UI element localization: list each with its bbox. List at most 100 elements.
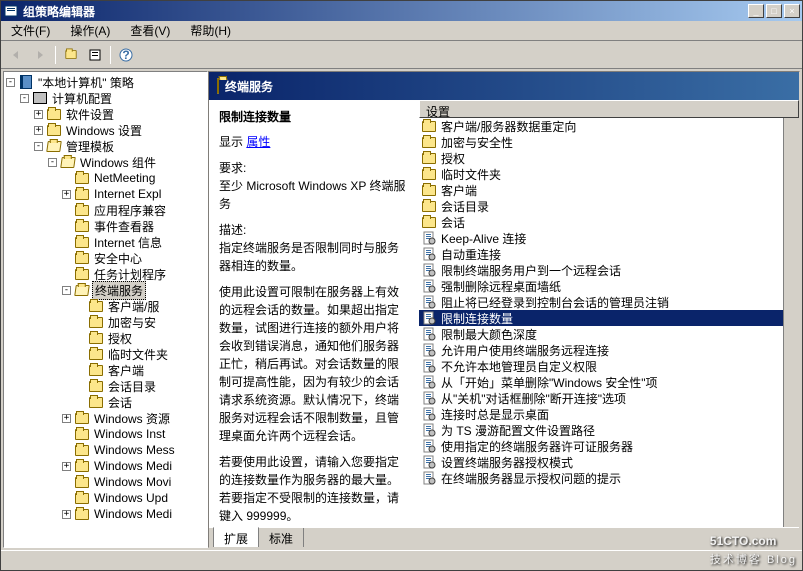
tree-item-win_media2[interactable]: + Windows Medi (4, 506, 207, 522)
list-row[interactable]: 客户端/服务器数据重定向 (419, 118, 799, 134)
tree-toggle[interactable]: - (34, 142, 43, 151)
list-row[interactable]: 自动重连接 (419, 246, 799, 262)
view-tabs: 扩展 标准 (209, 527, 799, 547)
folder-icon (74, 475, 90, 489)
tree-toggle[interactable]: + (62, 462, 71, 471)
tree-item-netmeeting[interactable]: NetMeeting (4, 170, 207, 186)
tree-toggle[interactable]: + (62, 510, 71, 519)
tree-item-terminal_services[interactable]: -终端服务 (4, 282, 207, 298)
folder-icon (74, 459, 90, 473)
tree-pane[interactable]: -"本地计算机" 策略-计算机配置+软件设置+Windows 设置-管理模板-W… (3, 71, 208, 548)
folder-icon (74, 427, 90, 441)
tree-label: 事件查看器 (92, 218, 156, 235)
list-row[interactable]: 不允许本地管理员自定义权限 (419, 358, 799, 374)
column-header-setting[interactable]: 设置 (419, 100, 799, 118)
tree-item-ie[interactable]: +Internet Expl (4, 186, 207, 202)
folder-icon (74, 219, 90, 233)
tree-item-client[interactable]: 客户端 (4, 362, 207, 378)
list-row[interactable]: Keep-Alive 连接 (419, 230, 799, 246)
tree-item-win_components[interactable]: -Windows 组件 (4, 154, 207, 170)
list-row[interactable]: 允许用户使用终端服务远程连接 (419, 342, 799, 358)
tree-item-software[interactable]: +软件设置 (4, 106, 207, 122)
tree-toggle[interactable]: - (6, 78, 15, 87)
setting-icon (421, 471, 437, 485)
setting-icon (421, 263, 437, 277)
folder-icon (74, 443, 90, 457)
vertical-scrollbar[interactable] (783, 118, 799, 527)
forward-button[interactable] (29, 44, 51, 66)
list-row[interactable]: 限制连接数量 (419, 310, 799, 326)
list-row[interactable]: 为 TS 漫游配置文件设置路径 (419, 422, 799, 438)
list-row[interactable]: 会话 (419, 214, 799, 230)
tree-toggle[interactable]: - (48, 158, 57, 167)
list-row-label: Keep-Alive 连接 (441, 230, 526, 247)
tree-item-security_center[interactable]: 安全中心 (4, 250, 207, 266)
list-row[interactable]: 在终端服务器显示授权问题的提示 (419, 470, 799, 486)
list-row[interactable]: 授权 (419, 150, 799, 166)
list-row[interactable]: 强制删除远程桌面墙纸 (419, 278, 799, 294)
tree-label: Windows Medi (92, 507, 174, 521)
list-row-label: 会话 (441, 214, 465, 231)
tree-item-win_media1[interactable]: +Windows Medi (4, 458, 207, 474)
list-row[interactable]: 限制终端服务用户到一个远程会话 (419, 262, 799, 278)
menu-action[interactable]: 操作(A) (64, 20, 116, 41)
list-row[interactable]: 会话目录 (419, 198, 799, 214)
menu-help[interactable]: 帮助(H) (184, 20, 237, 41)
tree-toggle[interactable]: + (34, 126, 43, 135)
tree-item-encryption[interactable]: 加密与安 (4, 314, 207, 330)
toolbar: ? (1, 41, 802, 69)
tree-toggle[interactable]: - (62, 286, 71, 295)
tree-item-iis[interactable]: Internet 信息 (4, 234, 207, 250)
maximize-button[interactable]: □ (766, 4, 782, 18)
setting-icon (421, 423, 437, 437)
menu-view[interactable]: 查看(V) (124, 20, 176, 41)
list-row[interactable]: 使用指定的终端服务器许可证服务器 (419, 438, 799, 454)
tree-item-win_messenger[interactable]: Windows Mess (4, 442, 207, 458)
up-button[interactable] (60, 44, 82, 66)
tree-item-licensing[interactable]: 授权 (4, 330, 207, 346)
list-row[interactable]: 限制最大颜色深度 (419, 326, 799, 342)
tree-toggle[interactable]: - (20, 94, 29, 103)
list-row[interactable]: 从"关机"对话框删除"断开连接"选项 (419, 390, 799, 406)
tree-item-client_server[interactable]: 客户端/服 (4, 298, 207, 314)
tree-toggle[interactable]: + (34, 110, 43, 119)
list-row[interactable]: 连接时总是显示桌面 (419, 406, 799, 422)
list-row[interactable]: 设置终端服务器授权模式 (419, 454, 799, 470)
tree-item-temp_folders[interactable]: 临时文件夹 (4, 346, 207, 362)
tree-item-session[interactable]: 会话 (4, 394, 207, 410)
close-button[interactable]: × (784, 4, 800, 18)
list-row[interactable]: 从「开始」菜单删除"Windows 安全性"项 (419, 374, 799, 390)
folder-open-icon (74, 283, 90, 297)
properties-button[interactable] (84, 44, 106, 66)
requirement-label: 要求: (219, 161, 246, 175)
tree-item-computer_config[interactable]: -计算机配置 (4, 90, 207, 106)
tree-item-win_movie[interactable]: Windows Movi (4, 474, 207, 490)
tree-item-event_viewer[interactable]: 事件查看器 (4, 218, 207, 234)
tree-item-win_update[interactable]: Windows Upd (4, 490, 207, 506)
description-pane: 限制连接数量 显示 属性 要求: 至少 Microsoft Windows XP… (209, 100, 419, 527)
tree-item-win_installer[interactable]: Windows Inst (4, 426, 207, 442)
tree-item-root[interactable]: -"本地计算机" 策略 (4, 74, 207, 90)
tree-item-admin_templates[interactable]: -管理模板 (4, 138, 207, 154)
tab-extended[interactable]: 扩展 (213, 527, 259, 548)
list-row[interactable]: 阻止将已经登录到控制台会话的管理员注销 (419, 294, 799, 310)
list-row[interactable]: 客户端 (419, 182, 799, 198)
folder-icon (74, 203, 90, 217)
help-button[interactable]: ? (115, 44, 137, 66)
folder-icon (74, 267, 90, 281)
tree-item-win_explorer[interactable]: +Windows 资源 (4, 410, 207, 426)
list-row-label: 允许用户使用终端服务远程连接 (441, 342, 609, 359)
back-button[interactable] (5, 44, 27, 66)
minimize-button[interactable]: _ (748, 4, 764, 18)
properties-link[interactable]: 属性 (246, 135, 270, 149)
tree-toggle[interactable]: + (62, 414, 71, 423)
menu-file[interactable]: 文件(F) (5, 20, 56, 41)
tree-item-session_dir[interactable]: 会话目录 (4, 378, 207, 394)
list-row[interactable]: 临时文件夹 (419, 166, 799, 182)
tree-item-windows_settings[interactable]: +Windows 设置 (4, 122, 207, 138)
tree-item-app_compat[interactable]: 应用程序兼容 (4, 202, 207, 218)
tab-standard[interactable]: 标准 (258, 528, 304, 548)
list-row[interactable]: 加密与安全性 (419, 134, 799, 150)
tree-toggle[interactable]: + (62, 190, 71, 199)
setting-icon (421, 327, 437, 341)
